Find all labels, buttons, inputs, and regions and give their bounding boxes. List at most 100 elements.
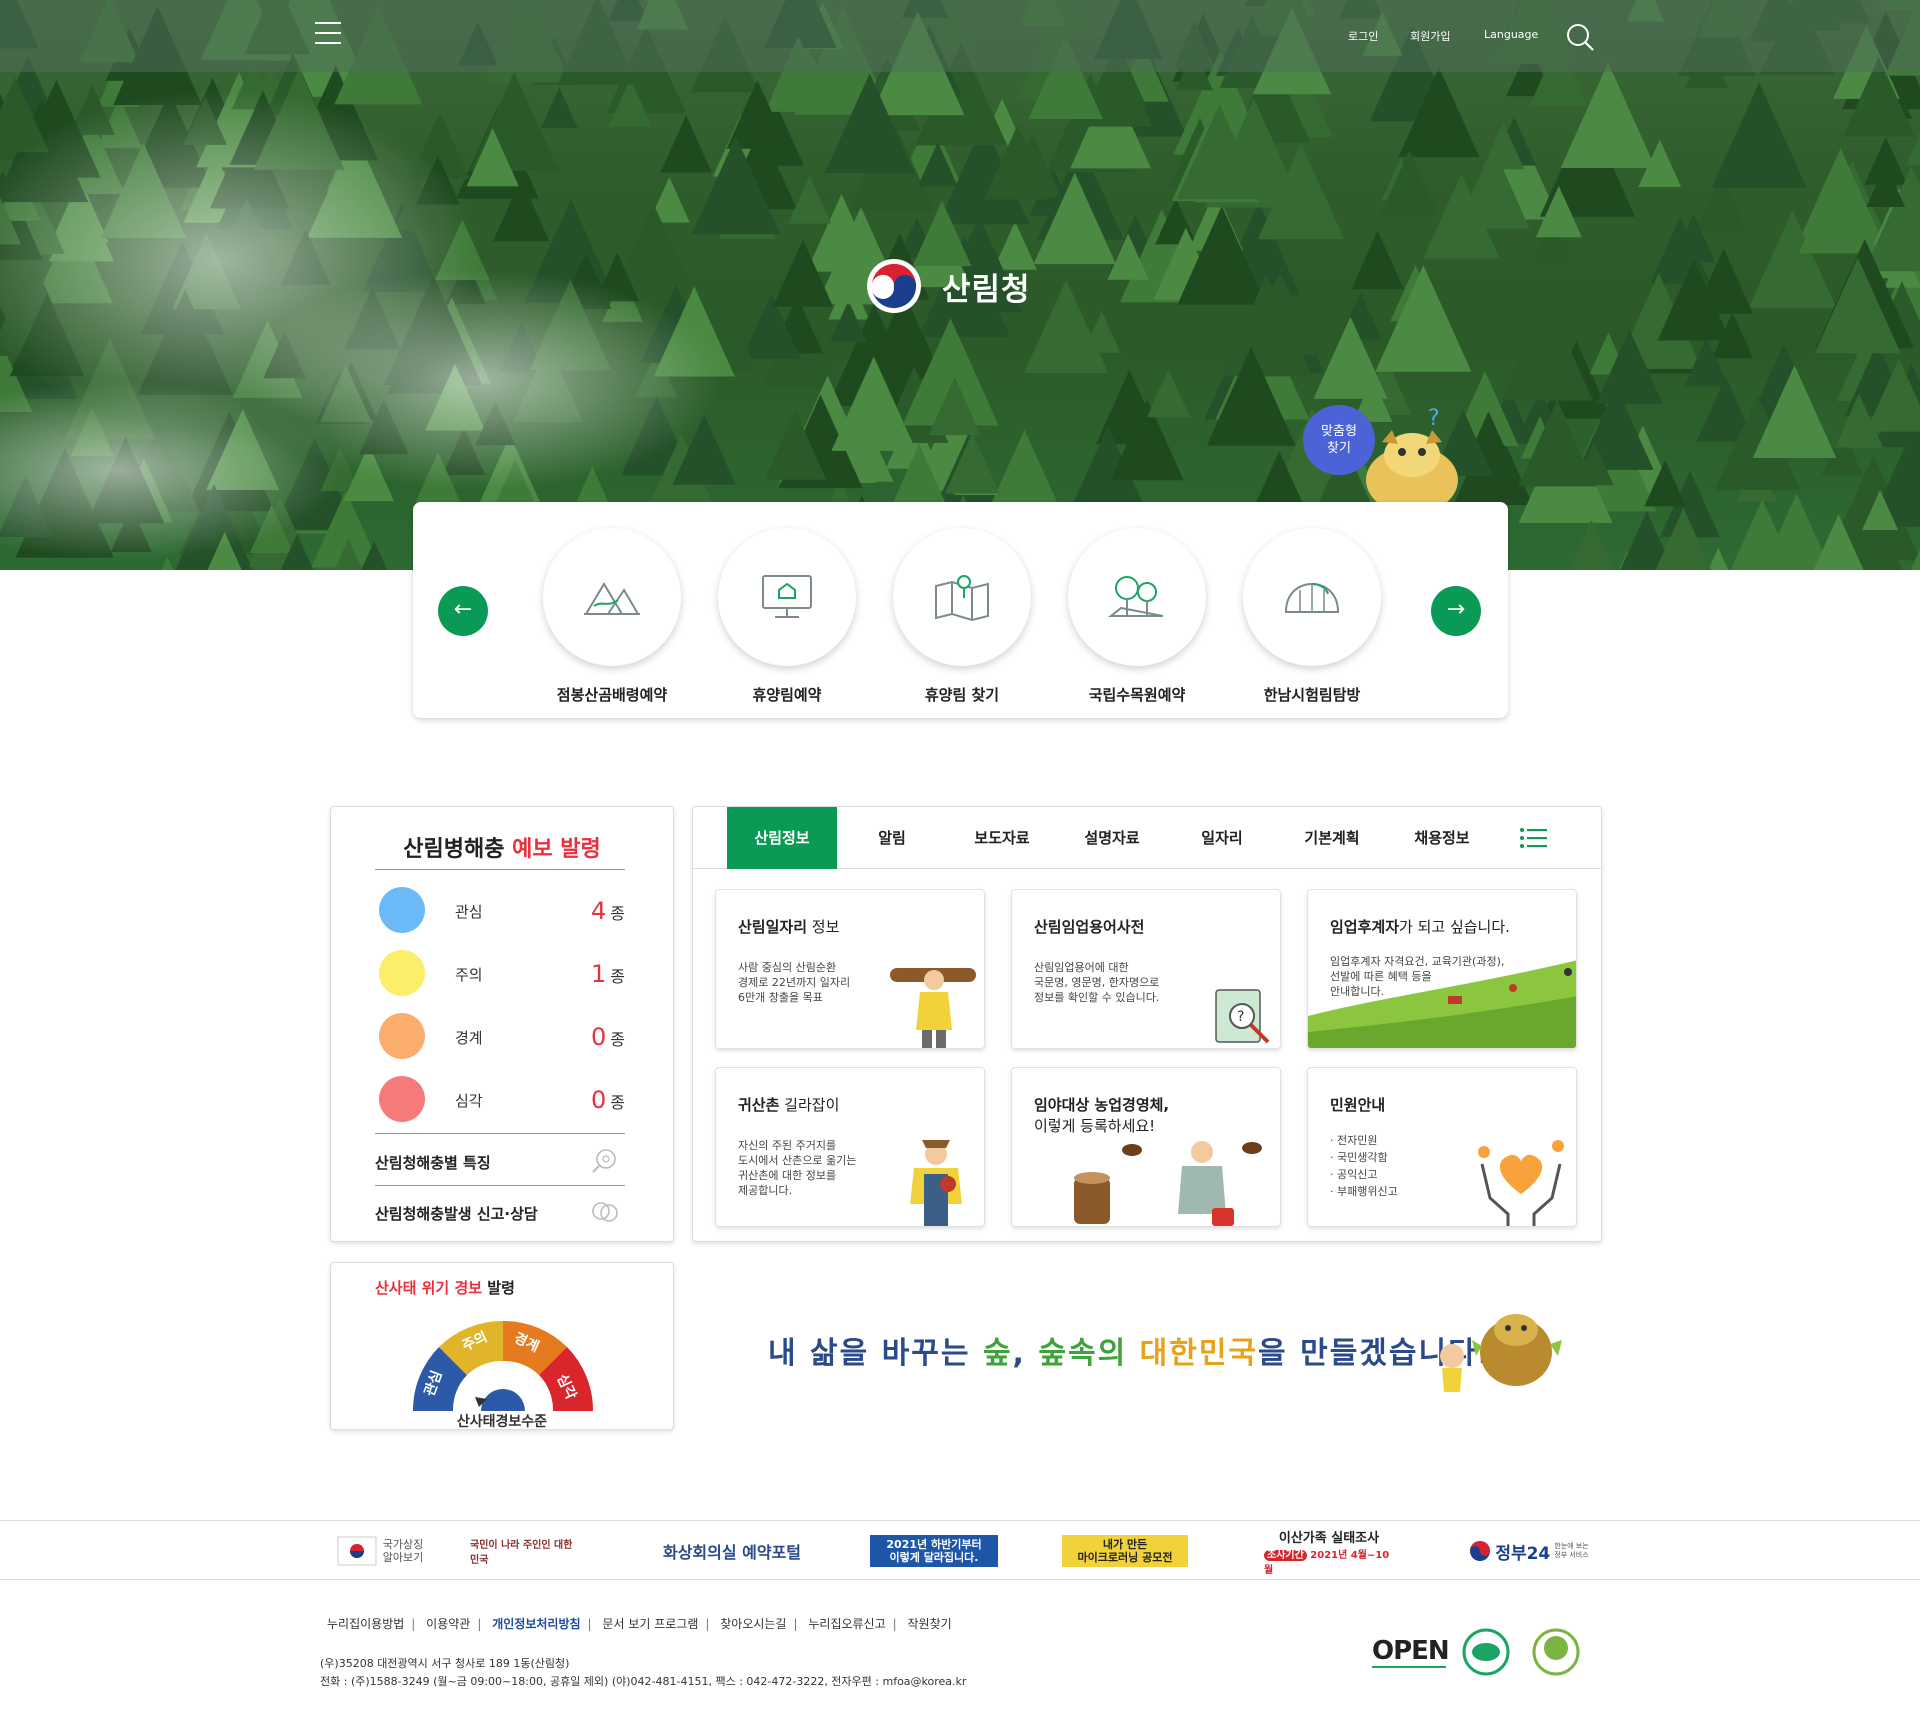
monitor-house-icon xyxy=(762,575,812,618)
card-farm-registration[interactable]: 임야대상 농업경영체, 이렇게 등록하세요! xyxy=(1011,1067,1281,1227)
pest-characteristics-link[interactable]: 산림청해충별 특징 xyxy=(375,1149,625,1173)
related-sites-banner-bar: 국가상징 알아보기 국민이 나라 주인인 대한민국 화상회의실 예약포털 202… xyxy=(0,1520,1920,1580)
quick-link-circle xyxy=(1068,528,1206,666)
level-dot xyxy=(379,887,425,933)
login-link[interactable]: 로그인 xyxy=(1348,28,1378,44)
pest-forecast-title: 산림병해충 예보 발령 xyxy=(403,837,601,862)
tree-shape xyxy=(1380,150,1439,215)
svg-text:?: ? xyxy=(1237,1009,1244,1025)
card-title: 민원안내 xyxy=(1330,1096,1386,1114)
card-title: 임업후계자가 되고 싶습니다. xyxy=(1330,918,1510,936)
signup-link[interactable]: 회원가입 xyxy=(1410,28,1450,44)
level-dot xyxy=(379,1076,425,1122)
footer-link-directions[interactable]: 찾아오시는길 xyxy=(720,1617,786,1631)
level-label: 주의 xyxy=(455,966,483,984)
banner-national-symbol[interactable]: 국가상징 알아보기 xyxy=(332,1535,428,1567)
search-icon[interactable] xyxy=(1565,22,1595,52)
tab-explanation[interactable]: 설명자료 xyxy=(1057,807,1167,869)
open-certification-mark: OPEN xyxy=(1372,1636,1450,1668)
tab-forest-info[interactable]: 산림정보 xyxy=(727,807,837,869)
dictionary-magnifier-icon: ? xyxy=(1215,989,1270,1044)
pest-report-link[interactable]: 산림청해충발생 신고·상담 xyxy=(375,1202,625,1224)
level-label: 경계 xyxy=(455,1029,483,1047)
accessibility-certification-icon xyxy=(1532,1628,1580,1676)
pest-level-row: 관심 4종 xyxy=(379,885,629,935)
card-return-to-village[interactable]: 귀산촌 길라잡이 자신의 주된 주거지를 도시에서 산촌으로 옮기는 귀산촌에 … xyxy=(715,1067,985,1227)
banner-citizen-nation[interactable]: 국민이 나라 주인인 대한민국 xyxy=(470,1535,580,1567)
quick-link-arboretum[interactable]: 국립수목원예약 xyxy=(1067,528,1207,705)
level-count: 0종 xyxy=(590,1086,625,1114)
tab-jobs[interactable]: 일자리 xyxy=(1167,807,1277,869)
pest-level-row: 심각 0종 xyxy=(379,1074,629,1124)
tab-notice[interactable]: 알림 xyxy=(837,807,947,869)
list-menu-icon[interactable] xyxy=(1519,827,1547,849)
quick-links-slider: ← → 점봉산곰배령예약 휴양림예약 휴양림 찾기 국립수목원예약 한남시험림탐… xyxy=(413,502,1508,718)
card-title: 산림임업용어사전 xyxy=(1034,918,1145,936)
footer-link-terms[interactable]: 이용약관 xyxy=(426,1617,470,1631)
pest-forecast-panel: 산림병해충 예보 발령 관심 4종 주의 1종 경계 0종 심각 0종 산림청해… xyxy=(330,806,674,1242)
tab-basic-plan[interactable]: 기본계획 xyxy=(1277,807,1387,869)
hamburger-menu-icon[interactable] xyxy=(315,22,341,48)
quick-link-label: 휴양림예약 xyxy=(752,686,822,704)
hero-banner: 로그인 회원가입 Language 산림청 맞춤형 찾기 ? xyxy=(0,0,1920,570)
info-tab-bar: 산림정보 알림 보도자료 설명자료 일자리 기본계획 채용정보 xyxy=(693,807,1601,869)
worker-carrying-log-illustration xyxy=(890,968,976,1048)
language-link[interactable]: Language xyxy=(1484,28,1538,41)
card-forestry-dictionary[interactable]: 산림임업용어사전 산림임업용어에 대한 국문명, 영문명, 한자명으로 정보를 … xyxy=(1011,889,1281,1049)
footer-link-viewer[interactable]: 문서 보기 프로그램 xyxy=(602,1617,698,1631)
quick-link-forest-reservation[interactable]: 휴양림예약 xyxy=(717,528,857,705)
site-logo[interactable]: 산림청 xyxy=(866,256,1126,316)
landslide-caption: 산사태경보수준 xyxy=(456,1414,548,1430)
footer-navigation: 누리집이용방법 | 이용약관 | 개인정보처리방침 | 문서 보기 프로그램 | 찾아오… xyxy=(327,1617,952,1631)
mushroom-farmer-illustration xyxy=(1074,1141,1262,1226)
quick-link-circle xyxy=(543,528,681,666)
quick-link-hannam-forest[interactable]: 한남시험림탐방 xyxy=(1242,528,1382,705)
card-description: 사람 중심의 산림순환 경제로 22년까지 일자리 6만개 창출을 목표 xyxy=(738,961,851,1004)
tree-shape xyxy=(1711,82,1807,188)
taegeuk-emblem-icon xyxy=(867,259,921,313)
banner-separated-families-survey[interactable]: 이산가족 실태조사 조사기간 2021년 4월~10월 xyxy=(1264,1531,1394,1576)
address-line: (우)35208 대전광역시 서구 청사로 189 1동(산림청) xyxy=(320,1657,570,1670)
divider xyxy=(375,1185,625,1186)
quick-link-label: 점봉산곰배령예약 xyxy=(556,686,668,704)
banner-microlearning-contest[interactable]: 내가 만든 마이크로러닝 공모전 xyxy=(1062,1535,1188,1567)
trees-icon xyxy=(1108,576,1164,617)
quick-link-label: 국립수목원예약 xyxy=(1088,686,1186,704)
slider-prev-button[interactable]: ← xyxy=(438,586,488,636)
mascot-character: ? xyxy=(1366,406,1458,505)
level-count: 4종 xyxy=(590,897,625,925)
mountain-icon xyxy=(584,582,640,615)
slider-next-button[interactable]: → xyxy=(1431,586,1481,636)
slogan-mascot-illustration xyxy=(1440,1314,1562,1392)
quick-link-find-forest[interactable]: 휴양림 찾기 xyxy=(892,528,1032,705)
footer-link-guide[interactable]: 누리집이용방법 xyxy=(327,1617,404,1631)
footer-link-privacy[interactable]: 개인정보처리방침 xyxy=(492,1617,580,1631)
banner-video-conference[interactable]: 화상회의실 예약포털 xyxy=(652,1535,812,1567)
top-navigation-bar xyxy=(0,0,1920,72)
footer-link-staff[interactable]: 작원찾기 xyxy=(908,1617,952,1631)
tree-shape xyxy=(1351,230,1404,290)
level-count: 0종 xyxy=(590,1023,625,1051)
level-count: 1종 xyxy=(590,960,625,988)
banner-2021-changes[interactable]: 2021년 하반기부터 이렇게 달라집니다. xyxy=(870,1535,998,1567)
divider xyxy=(375,869,625,870)
card-title: 귀산촌 길라잡이 xyxy=(738,1096,840,1114)
quick-link-circle xyxy=(1243,528,1381,666)
banner-gov24[interactable]: 정부24 한눈에 보는 정부 서비스 xyxy=(1468,1535,1590,1567)
quick-link-label: 한남시험림탐방 xyxy=(1263,686,1361,704)
level-dot xyxy=(379,1013,425,1059)
map-pin-icon xyxy=(935,575,989,622)
tree-shape xyxy=(1560,62,1656,169)
card-forest-jobs[interactable]: 산림일자리 정보 사람 중심의 산림순환 경제로 22년까지 일자리 6만개 창… xyxy=(715,889,985,1049)
quick-link-circle xyxy=(893,528,1031,666)
svg-text:?: ? xyxy=(1428,406,1440,431)
level-label: 관심 xyxy=(455,903,483,921)
quick-link-jeombongsan[interactable]: 점봉산곰배령예약 xyxy=(542,528,682,705)
card-civil-service[interactable]: 민원안내 · 전자민원 · 국민생각함 · 공익신고 · 부패행위신고 xyxy=(1307,1067,1577,1227)
farm-hill-illustration xyxy=(1308,960,1576,1048)
tab-recruitment[interactable]: 채용정보 xyxy=(1387,807,1497,869)
slogan-banner: 내 삶을 바꾸는 숲, 숲속의 대한민국을 만들겠습니다. xyxy=(768,1336,1492,1371)
tab-press[interactable]: 보도자료 xyxy=(947,807,1057,869)
footer-link-error-report[interactable]: 누리집오류신고 xyxy=(808,1617,885,1631)
card-forestry-successor[interactable]: 임업후계자가 되고 싶습니다. 임업후계자 자격요건, 교육기관(과정), 선발… xyxy=(1307,889,1577,1049)
